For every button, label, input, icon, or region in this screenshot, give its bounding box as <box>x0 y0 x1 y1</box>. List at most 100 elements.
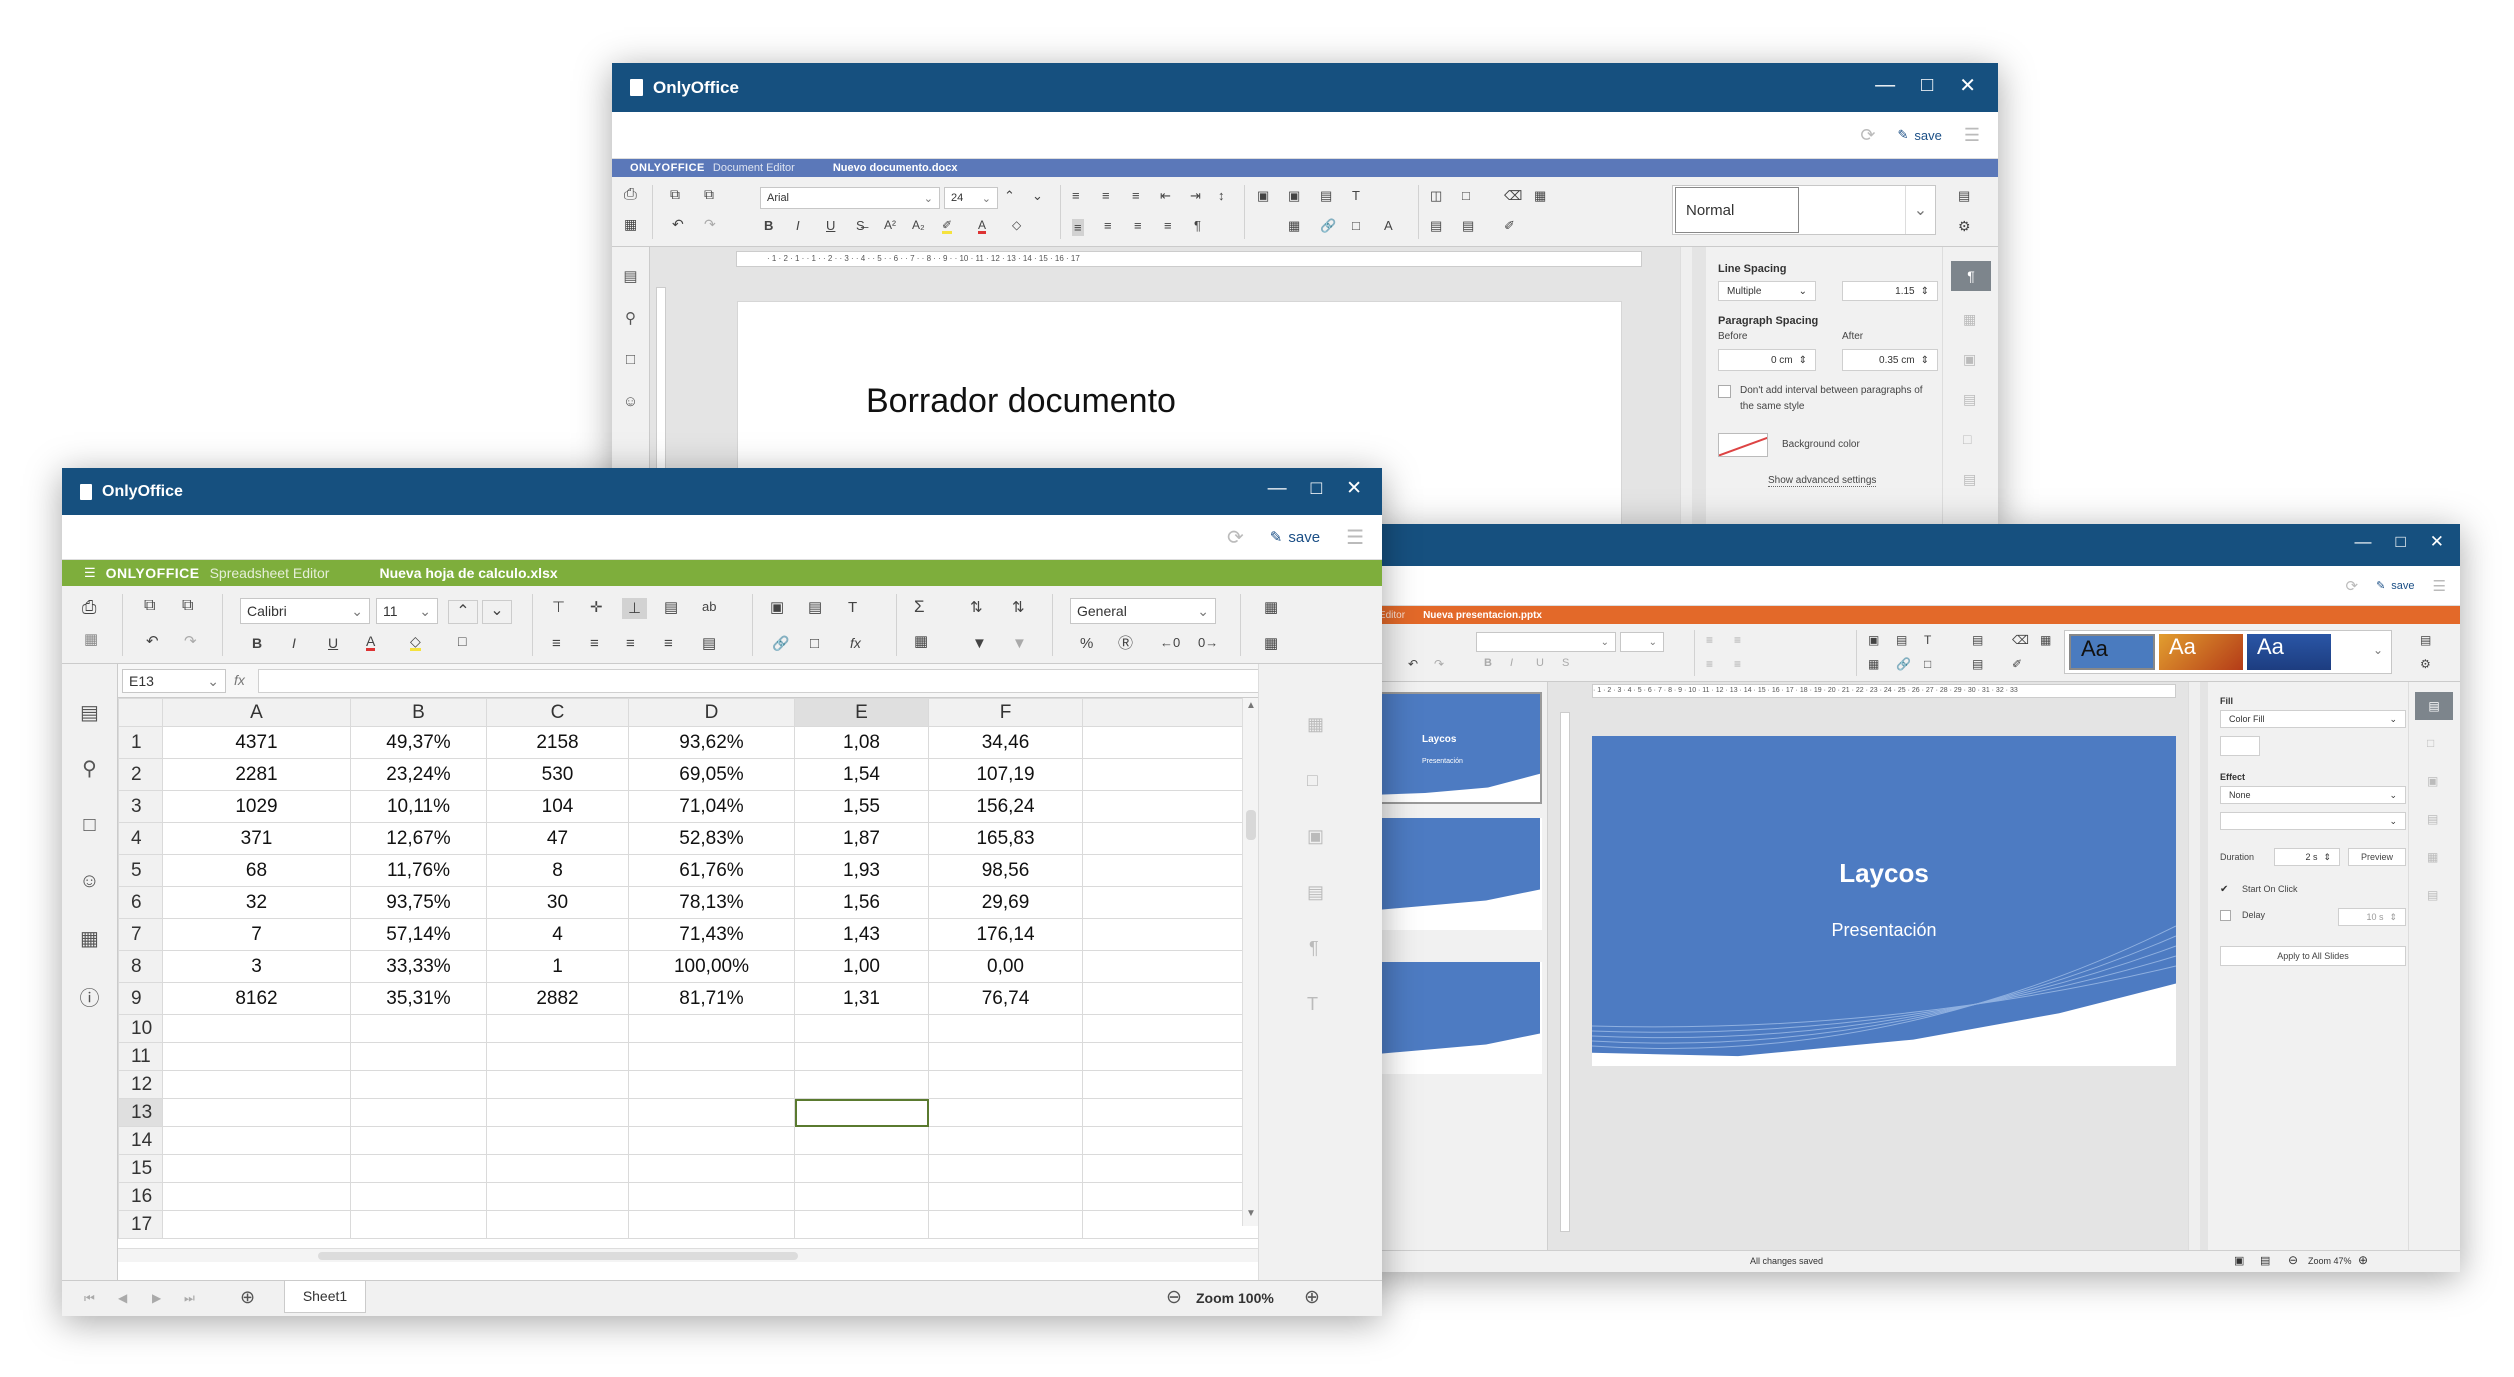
maximize-icon[interactable]: □ <box>2395 532 2405 552</box>
cell[interactable]: 2158 <box>486 726 629 759</box>
cell[interactable] <box>794 1070 929 1099</box>
about-icon[interactable]: ⓘ <box>62 982 117 1011</box>
users-icon[interactable]: ☺ <box>62 870 117 893</box>
line-spacing-value-input[interactable]: 1.15 ⇕ <box>1842 281 1938 301</box>
justify-icon[interactable]: ≡ <box>1164 219 1172 232</box>
align-left-icon[interactable]: ≡ <box>1706 658 1713 670</box>
cell[interactable] <box>1082 790 1259 823</box>
row-header[interactable]: 15 <box>118 1154 163 1183</box>
insert-table-icon[interactable]: ▦ <box>1868 658 1879 670</box>
cell[interactable]: 68 <box>162 854 351 887</box>
cell[interactable]: 4371 <box>162 726 351 759</box>
column-header[interactable]: G <box>1082 698 1259 727</box>
minimize-icon[interactable]: — <box>1875 74 1895 97</box>
cell[interactable] <box>162 1126 351 1155</box>
insert-table-icon[interactable]: ▦ <box>1288 219 1300 232</box>
row-header[interactable]: 8 <box>118 950 163 983</box>
cell[interactable] <box>162 1182 351 1211</box>
row-header[interactable]: 3 <box>118 790 163 823</box>
pres-font-select[interactable]: ⌄ <box>1476 632 1616 652</box>
insert-chart-icon[interactable]: ▤ <box>1896 634 1907 646</box>
theme-3[interactable]: Aa <box>2247 634 2331 670</box>
page-size-icon[interactable]: ▤ <box>1462 219 1474 232</box>
image-settings-icon[interactable]: ▣ <box>2427 774 2438 788</box>
brush-icon[interactable]: ✐ <box>2012 658 2022 670</box>
cell[interactable] <box>1082 1014 1259 1043</box>
cell[interactable]: 71,43% <box>628 918 795 951</box>
decrease-decimal-icon[interactable]: ←0 <box>1160 636 1180 649</box>
cell[interactable]: 61,76% <box>628 854 795 887</box>
settings-gear-icon[interactable]: ⚙ <box>1958 219 1971 233</box>
row-header[interactable]: 13 <box>118 1098 163 1127</box>
align-center-icon[interactable]: ≡ <box>1104 219 1112 232</box>
shape-icon[interactable]: □ <box>810 636 819 651</box>
save-icon[interactable]: ▦ <box>84 632 98 647</box>
cell[interactable] <box>1082 1070 1259 1099</box>
text-orientation-icon[interactable]: ab <box>702 600 716 613</box>
shape-icon[interactable]: □ <box>1352 219 1360 232</box>
cell[interactable]: 1,56 <box>794 886 929 919</box>
menu-icon[interactable]: ☰ <box>1346 525 1364 550</box>
undo-icon[interactable]: ↶ <box>1408 658 1418 670</box>
doc-scrollbar[interactable] <box>1680 247 1692 533</box>
cell[interactable]: 93,62% <box>628 726 795 759</box>
close-icon[interactable]: ✕ <box>1346 477 1362 500</box>
cell[interactable] <box>162 1210 351 1239</box>
brush-icon[interactable]: ✐ <box>1504 219 1515 232</box>
style-normal[interactable]: Normal <box>1675 187 1799 233</box>
cell[interactable]: 371 <box>162 822 351 855</box>
theme-1[interactable]: Aa <box>2069 634 2155 670</box>
cell[interactable]: 98,56 <box>928 854 1083 887</box>
search-icon[interactable]: ⚲ <box>612 309 649 327</box>
cell[interactable] <box>350 1042 487 1071</box>
merge-cells-icon[interactable]: ▤ <box>702 636 716 651</box>
cell[interactable]: 3 <box>162 950 351 983</box>
cell[interactable] <box>1082 1210 1259 1239</box>
cell[interactable] <box>1082 1042 1259 1071</box>
cell[interactable]: 49,37% <box>350 726 487 759</box>
sort-descending-icon[interactable]: ⇅ <box>1012 600 1025 615</box>
table-settings-icon[interactable]: ▦ <box>1963 311 1976 328</box>
link-icon[interactable]: 🔗 <box>1320 219 1336 232</box>
cell[interactable]: 156,24 <box>928 790 1083 823</box>
cell[interactable] <box>1082 1182 1259 1211</box>
cell[interactable]: 8162 <box>162 982 351 1015</box>
delay-checkbox[interactable] <box>2220 910 2231 921</box>
currency-icon[interactable]: Ⓡ <box>1118 636 1133 651</box>
row-header[interactable]: 1 <box>118 726 163 759</box>
sort-ascending-icon[interactable]: ⇅ <box>970 600 983 615</box>
cell[interactable]: 10,11% <box>350 790 487 823</box>
undo-icon[interactable]: ↶ <box>146 634 159 649</box>
clear-format-icon[interactable]: ◇ <box>1012 219 1021 231</box>
horizontal-scroll-thumb[interactable] <box>318 1252 798 1260</box>
strikethrough-icon[interactable]: S <box>1562 658 1569 669</box>
cell[interactable]: 1,87 <box>794 822 929 855</box>
cell[interactable]: 32 <box>162 886 351 919</box>
filter-icon[interactable]: ▼ <box>972 636 987 651</box>
file-icon[interactable]: ▤ <box>612 267 649 285</box>
cell[interactable] <box>350 1210 487 1239</box>
formula-input[interactable] <box>258 669 1318 693</box>
style-gallery-chevron-icon[interactable]: ⌄ <box>1905 186 1935 234</box>
image-settings-icon[interactable]: ▣ <box>1963 351 1976 368</box>
fit-width-icon[interactable]: ▤ <box>2260 1254 2270 1267</box>
cell[interactable]: 69,05% <box>628 758 795 791</box>
shape-settings-icon[interactable]: □ <box>2427 736 2434 750</box>
bullets-icon[interactable]: ≡ <box>1706 634 1713 646</box>
decrease-font-icon[interactable]: ⌄ <box>1032 189 1043 202</box>
cell[interactable] <box>162 1098 351 1127</box>
fill-color-icon[interactable]: ◇ <box>410 634 421 651</box>
row-header[interactable]: 5 <box>118 854 163 887</box>
cell[interactable]: 23,24% <box>350 758 487 791</box>
column-header[interactable]: C <box>486 698 629 727</box>
paste-icon[interactable]: ⧉ <box>704 187 714 201</box>
cell[interactable]: 12,67% <box>350 822 487 855</box>
number-format-select[interactable]: General ⌄ <box>1070 598 1216 624</box>
cell[interactable] <box>350 1182 487 1211</box>
sheet-save-button[interactable]: ✎ save <box>1270 528 1320 547</box>
doc-style-gallery[interactable]: Normal ⌄ <box>1672 185 1936 235</box>
header-settings-icon[interactable]: ▤ <box>1963 391 1976 408</box>
maximize-icon[interactable]: □ <box>1311 478 1322 500</box>
cell[interactable] <box>794 1182 929 1211</box>
view-settings-icon[interactable]: ▤ <box>1958 189 1970 202</box>
